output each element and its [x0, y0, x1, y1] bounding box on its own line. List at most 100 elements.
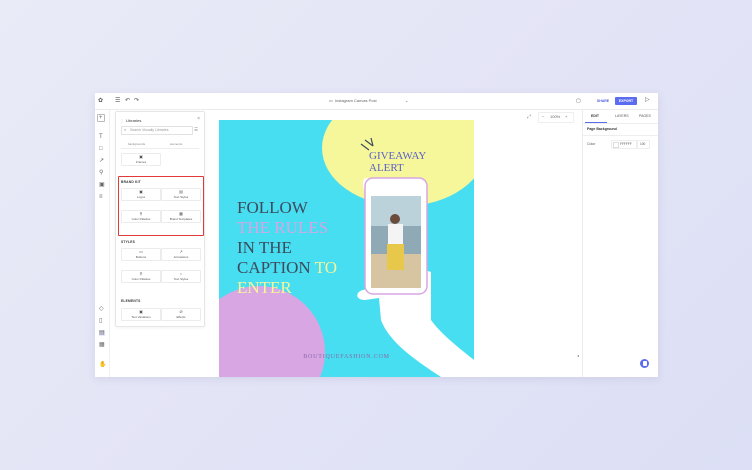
- text-style-icon: ▤: [179, 189, 183, 194]
- divider: [583, 135, 658, 136]
- share-button[interactable]: SHARE: [592, 97, 614, 105]
- frame-icon: ▣: [139, 154, 143, 159]
- frames-tile[interactable]: ▣ Frames: [121, 153, 161, 166]
- headline-segment: FOLLOW: [237, 198, 308, 217]
- tile-label: Animations: [173, 255, 189, 259]
- media-icon[interactable]: ▦: [99, 342, 105, 348]
- search-icon: ⌕: [124, 127, 127, 132]
- buttons-tile[interactable]: ▭ Buttons: [121, 248, 161, 261]
- play-icon[interactable]: ▷: [645, 97, 650, 103]
- crop-tool-icon[interactable]: ▣: [99, 182, 105, 188]
- tab-edit[interactable]: EDIT: [591, 114, 599, 118]
- color-palettes-tile[interactable]: ⚲ Color Palettes: [121, 270, 161, 283]
- button-icon: ▭: [139, 249, 143, 254]
- redo-icon[interactable]: ↷: [134, 98, 139, 104]
- chevron-down-icon[interactable]: ⌄: [405, 98, 408, 104]
- image-tool-icon[interactable]: ⚲: [99, 170, 103, 176]
- zoom-out-icon[interactable]: −: [542, 114, 544, 119]
- zoom-in-icon[interactable]: +: [565, 114, 567, 119]
- effects-tile[interactable]: ⊘ Effects: [161, 308, 201, 321]
- hand-tool-icon[interactable]: ✋: [99, 362, 106, 368]
- tile-label: Text Styles: [173, 277, 189, 281]
- tile-label: Effects: [176, 315, 186, 319]
- headline-segment: CAPTION: [237, 258, 315, 277]
- pen-tool-icon[interactable]: ↗: [99, 158, 104, 164]
- tile-label: Logos: [136, 195, 146, 199]
- headline: FOLLOW THE RULES IN THE CAPTION TO ENTER: [237, 198, 337, 298]
- section-brand-kit: BRAND KIT: [121, 180, 141, 184]
- divider: [583, 123, 658, 124]
- app-logo-icon[interactable]: ✿: [98, 98, 103, 104]
- section-elements: ELEMENTS: [121, 299, 141, 303]
- palette-icon: ⚲: [139, 271, 143, 276]
- logo-icon: ▣: [139, 189, 143, 194]
- library-icon[interactable]: ▤: [99, 330, 105, 336]
- close-icon[interactable]: ×: [197, 116, 200, 122]
- logos-tile[interactable]: ▣ Logos: [121, 188, 161, 201]
- color-swatch[interactable]: [613, 142, 619, 148]
- fit-screen-icon[interactable]: ⤢: [527, 114, 531, 120]
- giveaway-line-1: GIVEAWAY: [369, 150, 427, 162]
- photo-person-skirt: [387, 244, 404, 270]
- top-bar: ✿ ☰ ↶ ↷ ▭ Instagram Canvas Post ⌄ ▢ SHAR…: [95, 93, 658, 110]
- file-name[interactable]: Instagram Canvas Post: [335, 98, 377, 103]
- template-icon: ▦: [179, 211, 183, 216]
- properties-panel: EDIT LAYERS PAGES Page Background Color …: [582, 110, 658, 377]
- headline-line: THE RULES: [237, 218, 337, 238]
- comment-icon[interactable]: ▢: [576, 98, 581, 104]
- effects-icon: ⊘: [179, 309, 183, 314]
- collapse-panel-icon[interactable]: ◂: [577, 353, 579, 359]
- text-tool-icon[interactable]: T: [99, 134, 103, 140]
- opacity-value: 100: [640, 142, 646, 146]
- highlight-box: [118, 176, 204, 236]
- drag-handle-icon[interactable]: ⋮: [120, 118, 124, 124]
- headline-line: ENTER: [237, 278, 337, 298]
- text-styles-tile[interactable]: ○ Text Styles: [161, 270, 201, 283]
- tab-layers[interactable]: LAYERS: [615, 114, 629, 118]
- animation-icon: ↗: [179, 249, 183, 254]
- layers-icon[interactable]: ◇: [99, 306, 104, 312]
- menu-icon[interactable]: ☰: [115, 98, 120, 104]
- giveaway-line-2: ALERT: [369, 162, 404, 174]
- headline-segment: THE RULES: [237, 218, 329, 237]
- add-icon[interactable]: +: [97, 114, 105, 122]
- design-canvas[interactable]: GIVEAWAY ALERT FOLLOW THE RULES IN THE CAPT…: [219, 120, 474, 377]
- animations-tile[interactable]: ↗ Animations: [161, 248, 201, 261]
- undo-icon[interactable]: ↶: [125, 98, 130, 104]
- export-button[interactable]: EXPORT: [615, 97, 637, 105]
- palette-icon: ⚲: [139, 211, 143, 216]
- color-field[interactable]: FFFFFF: [611, 140, 637, 149]
- zoom-level[interactable]: 100%: [550, 114, 560, 119]
- tab-pages[interactable]: PAGES: [639, 114, 651, 118]
- headline-segment: TO: [314, 258, 337, 277]
- page-icon[interactable]: ▯: [99, 318, 102, 324]
- purple-blob: [219, 286, 325, 377]
- photo-person-head: [390, 214, 400, 224]
- list-item[interactable]: backgrounds: [128, 142, 145, 146]
- tile-label: Text Styles: [173, 195, 189, 199]
- libraries-title: Libraries: [126, 118, 142, 123]
- photo-person-top: [388, 224, 403, 244]
- color-palettes-tile[interactable]: ⚲ Color Palettes: [121, 210, 161, 223]
- tool-rail: + T □ ↗ ⚲ ▣ ≡ ◇ ▯ ▤ ▦ ✋: [95, 110, 110, 377]
- text-variations-tile[interactable]: ▣ Text Variations: [121, 308, 161, 321]
- tile-label: Frames: [135, 160, 147, 164]
- website-text: BOUTIQUEFASHION.COM: [303, 354, 390, 360]
- headline-line: FOLLOW: [237, 198, 337, 218]
- text-styles-tile[interactable]: ▤ Text Styles: [161, 188, 201, 201]
- headline-line: IN THE: [237, 238, 337, 258]
- grid-tool-icon[interactable]: ≡: [99, 194, 103, 200]
- headline-line: CAPTION TO: [237, 258, 337, 278]
- tile-label: Color Palettes: [131, 277, 151, 281]
- search-input[interactable]: ⌕ Search Visually Libraries: [121, 126, 193, 135]
- filter-icon[interactable]: ☰: [194, 127, 198, 133]
- file-icon: ▭: [329, 98, 333, 103]
- shape-tool-icon[interactable]: □: [99, 146, 103, 152]
- tile-label: Brand Templates: [169, 217, 193, 221]
- brand-templates-tile[interactable]: ▦ Brand Templates: [161, 210, 201, 223]
- text-variation-icon: ▣: [139, 309, 143, 314]
- help-button[interactable]: [640, 359, 649, 368]
- headline-segment: ENTER: [237, 278, 292, 297]
- opacity-field[interactable]: 100: [637, 140, 650, 149]
- list-item[interactable]: elements: [170, 142, 182, 146]
